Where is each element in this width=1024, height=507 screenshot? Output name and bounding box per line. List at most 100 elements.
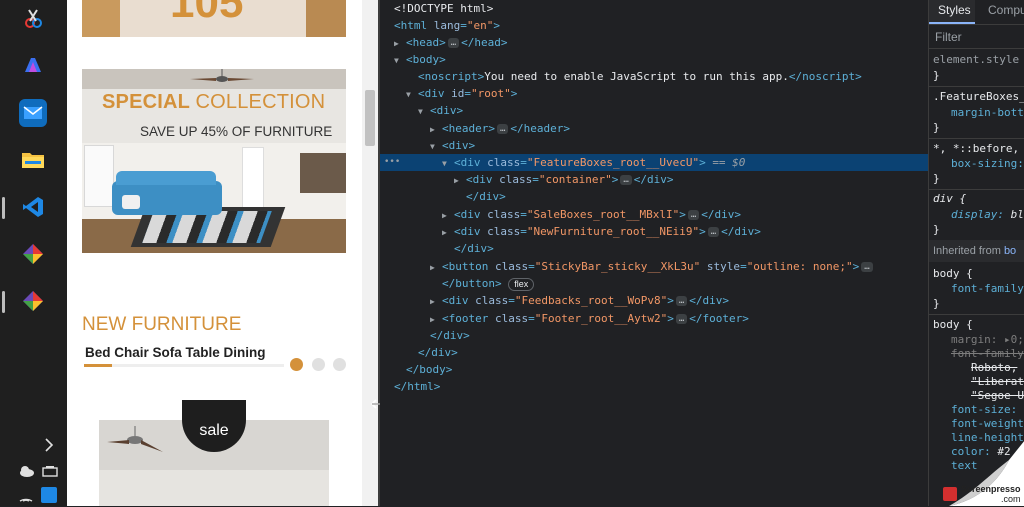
special-title-word: SPECIAL [102, 91, 190, 113]
file-explorer-icon[interactable] [19, 146, 47, 174]
special-title: SPECIAL COLLECTION [102, 91, 325, 114]
scrollbar-thumb[interactable] [365, 90, 375, 146]
ceiling-fan-icon [190, 69, 254, 82]
collection-title-word: COLLECTION [195, 91, 326, 113]
copilot-icon[interactable] [19, 52, 47, 80]
rule-close-brace: } [933, 297, 940, 310]
wifi-icon[interactable] [18, 488, 34, 507]
root-div-node[interactable]: ▼ <div id="root"> [406, 85, 517, 102]
expand-triangle-icon: ▶ [430, 297, 435, 306]
feedbacks-node[interactable]: ▶ <div class="Feedbacks_root__WoPv8">… </d… [430, 292, 729, 309]
special-subtitle: SAVE UP 45% OF FURNITURE [140, 124, 333, 139]
carousel-dot-1[interactable] [290, 358, 303, 371]
head-node[interactable]: ▶ <head>… </head> [394, 34, 508, 51]
webpage-viewport: 105 SPECIAL COLLECTION SAVE UP 45% OF FU… [67, 0, 362, 506]
hero-price: 105 [170, 0, 244, 27]
rule-element-style[interactable]: element.style [933, 53, 1019, 66]
collapse-triangle-icon: ▼ [394, 56, 399, 65]
collapsed-ellipsis: … [675, 314, 688, 324]
tab-computed[interactable]: Compu [988, 3, 1024, 17]
rule-div-prop[interactable]: display: bl [951, 208, 1024, 221]
collapsed-ellipsis: … [707, 227, 720, 237]
featureboxes-close-tag: </div> [466, 190, 506, 203]
header-node[interactable]: ▶ <header>… </header> [430, 120, 570, 137]
sale-badge-text: sale [199, 422, 229, 439]
html-node[interactable]: <html lang="en"> [394, 17, 500, 34]
expand-triangle-icon: ▶ [442, 228, 447, 237]
product-title[interactable]: Bed Chair Sofa Table Dining [85, 345, 266, 360]
container-node[interactable]: ▶ <div class="container">… </div> [454, 171, 674, 188]
vscode-icon[interactable] [19, 193, 47, 221]
styles-panel: Styles Compu Filter element.style } .Fea… [928, 0, 1024, 506]
rule-body-selector[interactable]: body { [933, 267, 973, 280]
rule-close-brace: } [933, 172, 940, 185]
mail-icon[interactable] [19, 99, 47, 127]
rule-featureboxes-prop[interactable]: margin-botto [951, 106, 1024, 119]
collapse-triangle-icon: ▼ [442, 159, 447, 168]
collapsed-ellipsis: … [447, 38, 460, 48]
special-collection-banner[interactable]: SPECIAL COLLECTION SAVE UP 45% OF FURNIT… [82, 69, 346, 253]
network-app-icon[interactable] [41, 487, 57, 503]
rule-close-brace: } [933, 69, 940, 82]
rule-close-brace: } [933, 223, 940, 236]
newfurniture-node[interactable]: ▶ <div class="NewFurniture_root__NEii9">…… [442, 223, 761, 240]
styles-filter-input[interactable]: Filter [935, 30, 962, 44]
expand-triangle-icon: ▶ [430, 263, 435, 272]
saleboxes-node[interactable]: ▶ <div class="SaleBoxes_root__MBxlI">… </d… [442, 206, 741, 223]
chevron-right-icon[interactable] [44, 438, 54, 455]
rule-body-prop[interactable]: font-family [951, 282, 1024, 295]
body-node[interactable]: ▼ <body> [394, 51, 446, 68]
keyboard-icon[interactable] [42, 464, 58, 482]
main-div-close-tag: </div> [454, 242, 494, 255]
collapse-triangle-icon: ▼ [430, 142, 435, 151]
carousel-dot-3[interactable] [333, 358, 346, 371]
screenpresso-logo-icon [943, 487, 957, 501]
font-value-1: Roboto, [971, 361, 1018, 374]
ceiling-fan-icon [107, 426, 163, 452]
doctype-node[interactable]: <!DOCTYPE html> [394, 0, 493, 17]
rule-universal-prop[interactable]: box-sizing: [951, 157, 1024, 170]
inherited-from-link[interactable]: bo [1004, 245, 1016, 257]
expand-triangle-icon: ▶ [430, 125, 435, 134]
rule-featureboxes-selector[interactable]: .FeatureBoxes_ [933, 90, 1024, 103]
git-app-icon-2[interactable] [19, 287, 47, 315]
rule-universal-selector[interactable]: *, *::before, [933, 142, 1019, 155]
snipping-tool-icon[interactable] [19, 5, 47, 33]
expand-triangle-icon: ▶ [394, 39, 399, 48]
collapsed-ellipsis: … [620, 175, 632, 185]
weather-icon[interactable] [18, 464, 36, 483]
carousel-progress [84, 364, 284, 367]
collapsed-ellipsis: … [861, 262, 873, 272]
flex-badge[interactable]: flex [508, 277, 535, 291]
page-scrollbar[interactable] [362, 0, 378, 506]
hero-banner-image[interactable]: 105 [82, 0, 346, 37]
body-close-tag: </body> [406, 363, 453, 376]
root-div-close-tag: </div> [418, 346, 458, 359]
active-app-indicator-2 [2, 291, 5, 313]
rule-body2-margin[interactable]: margin: ▸0; [951, 333, 1024, 346]
active-app-indicator [2, 197, 5, 219]
collapse-triangle-icon: ▼ [418, 107, 423, 116]
carousel-dot-2[interactable] [312, 358, 325, 371]
rule-body2-fontsize[interactable]: font-size: [951, 403, 1017, 416]
tab-styles[interactable]: Styles [929, 0, 975, 24]
font-value-3: "Segoe U [971, 389, 1024, 402]
expand-triangle-icon: ▶ [442, 211, 447, 220]
collapsed-ellipsis: … [496, 124, 509, 134]
taskbar [0, 0, 67, 506]
noscript-node[interactable]: <noscript>You need to enable JavaScript … [418, 68, 862, 85]
inherited-label: Inherited from bo [933, 245, 1017, 257]
rule-body2-fontfamily[interactable]: font-family [951, 347, 1024, 360]
rule-body2-selector[interactable]: body { [933, 318, 973, 331]
stickybar-node[interactable]: ▶ <button class="StickyBar_sticky__XkL3u"… [430, 258, 875, 275]
git-app-icon[interactable] [19, 240, 47, 268]
featureboxes-node[interactable]: ▼ <div class="FeatureBoxes_root__UvecU"> … [442, 154, 745, 171]
node-actions-ellipsis[interactable]: ••• [384, 154, 400, 171]
expand-triangle-icon: ▶ [430, 315, 435, 324]
app-div-node[interactable]: ▼ <div> [418, 102, 463, 119]
rule-div-selector[interactable]: div { [933, 192, 966, 205]
rule-body2-fontweight[interactable]: font-weight [951, 417, 1024, 430]
stickybar-close-tag: </button> flex [442, 275, 535, 292]
footer-node[interactable]: ▶ <footer class="Footer_root__Aytw2">… </f… [430, 310, 749, 327]
main-div-node[interactable]: ▼ <div> [430, 137, 475, 154]
